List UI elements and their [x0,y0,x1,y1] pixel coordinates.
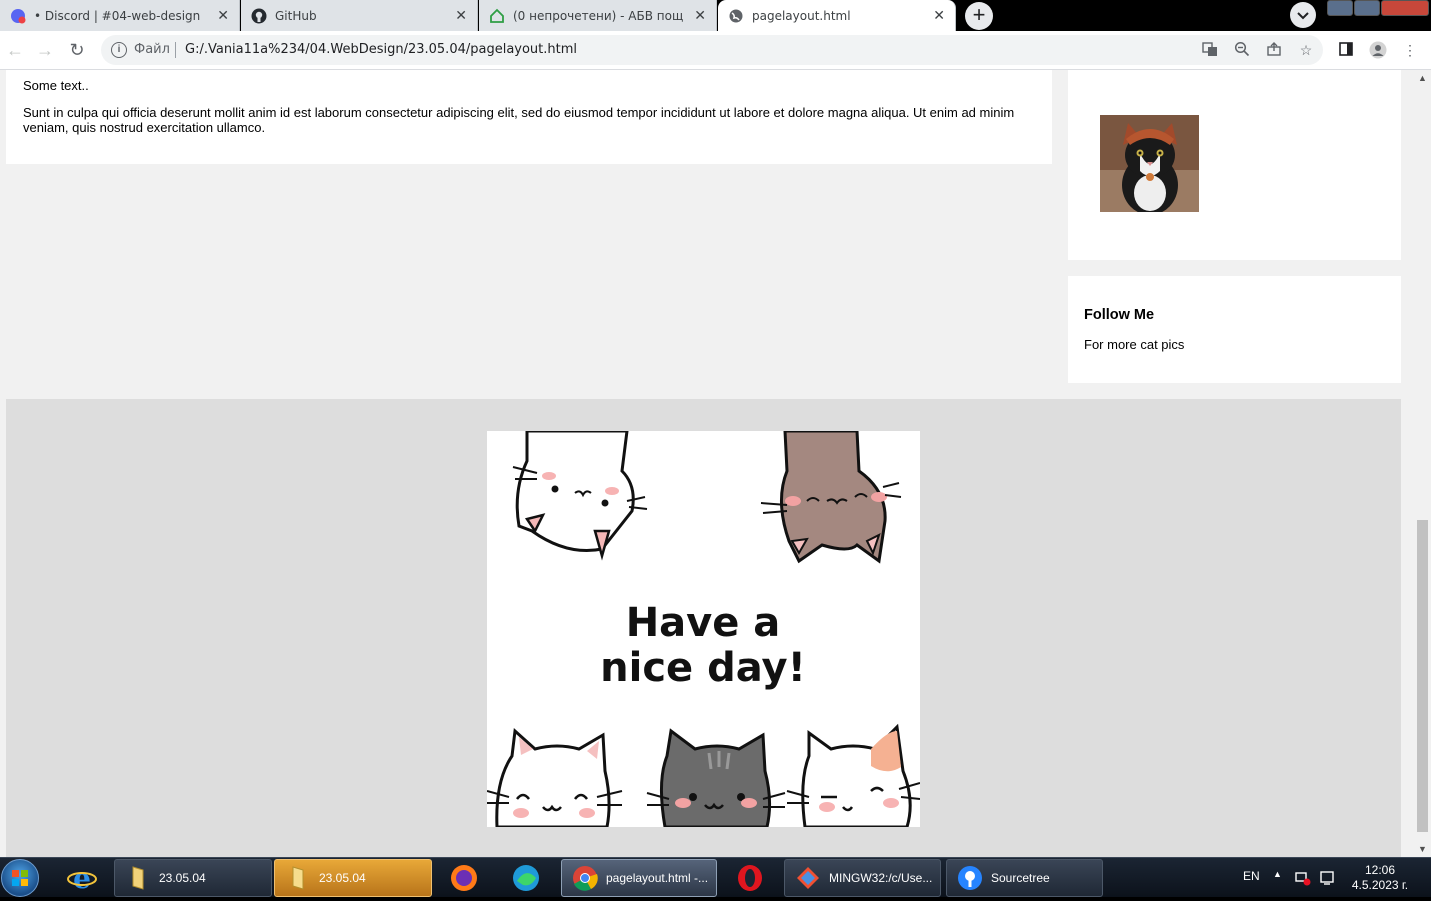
taskbar-item-label: 23.05.04 [319,871,366,885]
share-icon[interactable] [1265,41,1283,59]
address-separator [175,42,176,58]
close-icon[interactable]: ✕ [933,7,945,24]
tab-pagelayout[interactable]: pagelayout.html ✕ [718,0,956,31]
action-center-icon[interactable] [1319,870,1335,889]
github-icon [251,8,267,24]
page-scrollbar[interactable]: ▲ ▼ [1414,70,1431,857]
forward-arrow-icon[interactable]: → [34,39,56,61]
svg-text:e: e [73,863,91,893]
scroll-up-arrow-icon[interactable]: ▲ [1414,70,1431,86]
zoom-icon[interactable] [1233,41,1251,59]
reload-icon[interactable]: ↻ [66,39,88,61]
taskbar-item-label: pagelayout.html -... [606,871,709,885]
edge-icon[interactable] [500,859,552,897]
firefox-icon[interactable] [438,859,490,897]
browser-tab-strip: • Discord | #04-web-design | 11А ✕ GitHu… [0,0,1431,31]
poster-line-2: nice day! [600,645,806,691]
language-indicator[interactable]: EN [1243,869,1260,883]
close-icon[interactable]: ✕ [455,7,467,24]
tab-title: (0 непрочетени) - АБВ поща [513,8,683,23]
close-icon[interactable]: ✕ [694,7,706,24]
page-footer: Have a nice day! [6,399,1401,857]
page-viewport: Some text.. Sunt in culpa qui officia de… [0,70,1414,857]
abv-mail-icon [489,8,505,24]
taskbar-item-label: 23.05.04 [159,871,206,885]
git-bash-icon [797,867,819,889]
poster-line-1: Have a [626,600,781,646]
tab-discord[interactable]: • Discord | #04-web-design | 11А ✕ [0,0,240,31]
windows-taskbar: e 23.05.04 23.05.04 pagelayout.html -...… [0,857,1431,897]
scrollbar-thumb[interactable] [1417,520,1428,832]
url-text[interactable]: G:/.Vania11a%234/04.WebDesign/23.05.04/p… [185,42,577,57]
main-content-card: Some text.. Sunt in culpa qui officia de… [6,70,1052,164]
taskbar-item-git-bash[interactable]: MINGW32:/c/Use... [784,859,941,897]
nice-day-poster: Have a nice day! [487,431,920,827]
intro-text: Some text.. [23,78,89,93]
tray-expand-arrow-icon[interactable]: ▲ [1273,869,1282,879]
cat-photo [1100,115,1199,212]
cat-illustration [760,431,902,564]
taskbar-item-chrome[interactable]: pagelayout.html -... [561,859,717,897]
start-button[interactable] [1,859,39,897]
sourcetree-icon [958,866,982,890]
chrome-icon [573,866,598,891]
clock-date: 4.5.2023 г. [1351,878,1409,892]
system-clock[interactable]: 12:06 4.5.2023 г. [1345,863,1415,893]
tab-title: • Discord | #04-web-design | 11А [34,8,204,23]
folder-icon [132,866,144,890]
cat-illustration [786,723,920,827]
taskbar-item-folder-active[interactable]: 23.05.04 [274,859,432,897]
address-bar[interactable]: i Файл G:/.Vania11a%234/04.WebDesign/23.… [101,35,1323,65]
browser-toolbar: ← → ↻ i Файл G:/.Vania11a%234/04.WebDesi… [0,31,1431,70]
bookmark-star-icon[interactable]: ☆ [1297,41,1315,59]
new-tab-button[interactable]: + [965,2,993,30]
body-paragraph: Sunt in culpa qui officia deserunt molli… [23,105,1015,135]
taskbar-item-label: Sourcetree [991,871,1050,885]
windows-logo-icon [12,870,28,886]
tab-title: pagelayout.html [752,8,851,23]
translate-icon[interactable] [1201,41,1219,59]
globe-icon [728,8,744,24]
sidebar-photo-card [1068,70,1401,260]
taskbar-item-label: MINGW32:/c/Use... [829,871,933,885]
scroll-down-arrow-icon[interactable]: ▼ [1414,841,1431,857]
menu-dots-icon[interactable]: ⋮ [1401,41,1419,59]
tab-abv-mail[interactable]: (0 непрочетени) - АБВ поща ✕ [479,0,717,31]
folder-icon [292,866,304,890]
close-icon[interactable]: ✕ [217,7,229,24]
opera-icon[interactable] [724,859,776,897]
follow-me-text: For more cat pics [1084,337,1185,352]
cat-illustration [487,727,623,827]
clock-time: 12:06 [1364,863,1396,877]
info-icon[interactable]: i [111,42,127,58]
maximize-button[interactable] [1354,0,1380,16]
discord-icon [10,8,26,24]
taskbar-item-folder[interactable]: 23.05.04 [114,859,272,897]
follow-me-title: Follow Me [1084,307,1155,323]
tab-title: GitHub [275,8,317,23]
file-chip: Файл [134,42,170,57]
tab-github[interactable]: GitHub ✕ [241,0,478,31]
cat-illustration [512,431,648,561]
close-window-button[interactable] [1381,0,1429,16]
taskbar-item-sourcetree[interactable]: Sourcetree [946,859,1103,897]
internet-explorer-icon[interactable]: e [56,859,108,897]
back-arrow-icon[interactable]: ← [4,39,26,61]
tab-search-button[interactable] [1290,2,1316,28]
network-warning-icon[interactable] [1295,870,1311,889]
follow-me-card: Follow Me For more cat pics [1068,276,1401,383]
window-controls [1327,0,1431,19]
minimize-button[interactable] [1327,0,1353,16]
cat-illustration [646,728,786,827]
chevron-down-icon [1297,12,1309,20]
profile-avatar-icon[interactable] [1369,41,1387,59]
side-panel-icon[interactable] [1337,41,1355,59]
